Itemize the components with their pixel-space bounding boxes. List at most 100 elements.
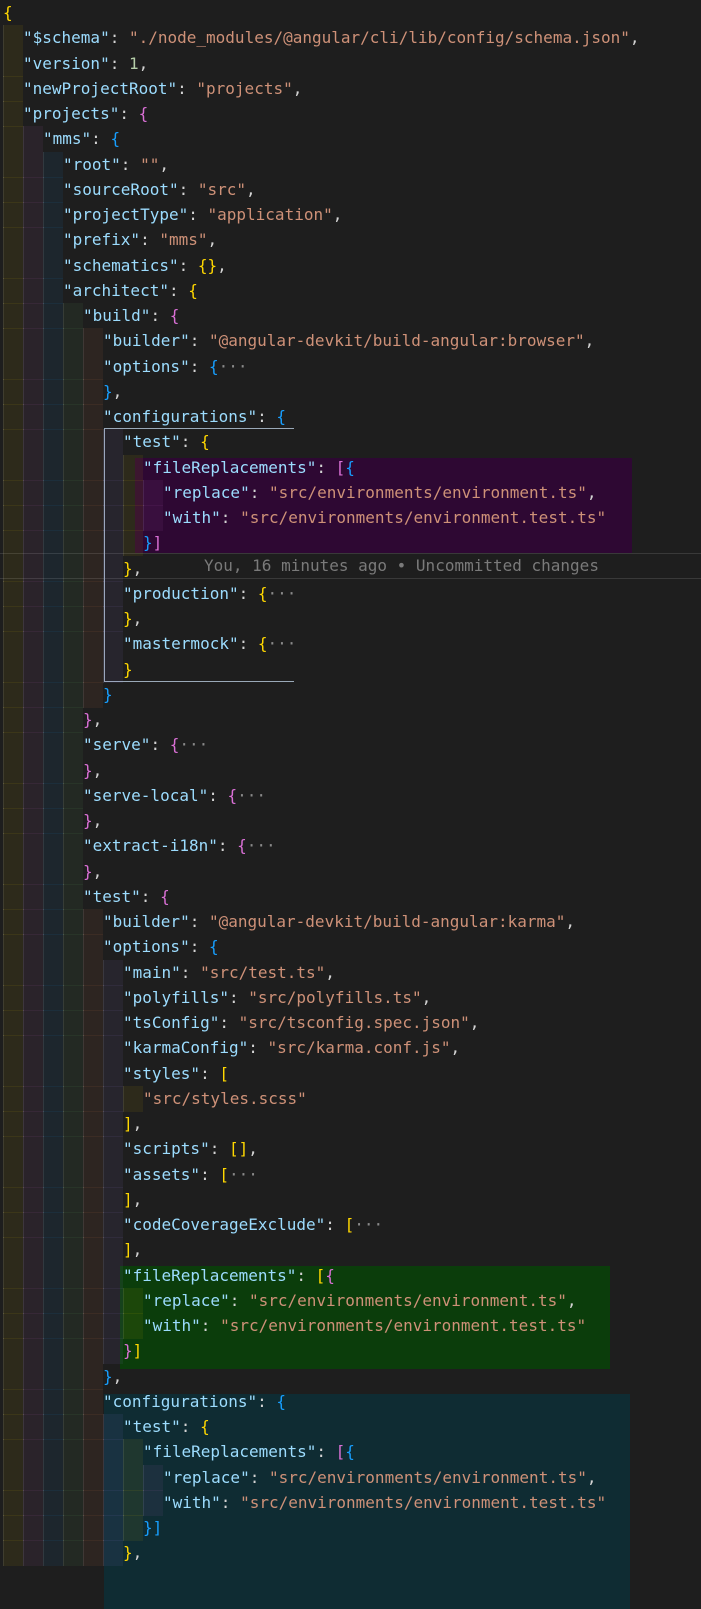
code-line[interactable]: ], [0,1186,142,1213]
fold-ellipsis[interactable]: ··· [268,584,297,603]
indent-guide [63,732,64,759]
fold-ellipsis[interactable]: ··· [354,1215,383,1234]
code-line[interactable]: "tsConfig": "src/tsconfig.spec.json", [0,1010,479,1036]
code-line[interactable]: "with": "src/environments/environment.te… [0,505,606,531]
indent-guide [143,479,144,506]
code-line[interactable]: ], [0,1237,142,1264]
code-line[interactable]: "extract-i18n": {··· [0,833,276,860]
code-line[interactable]: "karmaConfig": "src/karma.conf.js", [0,1035,460,1062]
code-line[interactable]: }, [0,707,102,733]
code-line[interactable]: "assets": [··· [0,1161,258,1188]
code-line[interactable]: "schematics": {}, [0,252,227,279]
code-line[interactable]: "builder": "@angular-devkit/build-angula… [0,328,594,355]
code-line[interactable]: "with": "src/environments/environment.te… [0,1489,606,1516]
json-key: "with" [143,1316,201,1335]
code-line[interactable]: "polyfills": "src/polyfills.ts", [0,984,431,1011]
indent-band [23,328,43,355]
code-line[interactable]: }, [0,606,142,632]
code-line[interactable]: "test": { [0,429,210,456]
indent-guide [43,429,44,456]
punctuation: , [586,1467,597,1487]
fold-ellipsis[interactable]: ··· [219,357,248,376]
code-line[interactable]: "production": {··· [0,580,297,607]
punctuation: : [316,457,336,477]
indent-band [63,1363,83,1390]
code-line[interactable]: }, [0,1363,122,1390]
indent-guide [3,580,4,607]
code-line[interactable]: "test": { [0,883,170,910]
code-line[interactable]: "codeCoverageExclude": [··· [0,1212,383,1238]
code-editor[interactable]: {"$schema": "./node_modules/@angular/cli… [0,0,701,1609]
code-line[interactable]: "serve-local": {··· [0,782,266,809]
code-line[interactable]: "root": "", [0,151,169,178]
code-line[interactable]: "fileReplacements": [{ [0,1262,335,1289]
code-text: }, [123,1543,142,1562]
code-line[interactable]: "configurations": { [0,1388,286,1415]
indent-guide [3,782,4,809]
code-line[interactable]: }] [0,530,163,557]
indent-guide [103,1313,104,1339]
code-line[interactable]: "with": "src/environments/environment.te… [0,1313,586,1339]
code-line[interactable]: "test": { [0,1414,210,1440]
code-line[interactable]: "builder": "@angular-devkit/build-angula… [0,909,575,935]
indent-guide [103,1060,104,1087]
code-line[interactable]: }, [0,555,142,582]
code-line[interactable]: "replace": "src/environments/environment… [0,1464,597,1491]
json-key: "projectType" [63,205,189,224]
indent-band [43,404,63,430]
code-line[interactable]: "src/styles.scss" [0,1085,307,1112]
code-line[interactable]: }, [0,858,102,885]
code-line[interactable]: "serve": {··· [0,732,208,759]
indent-band [43,858,63,885]
code-line[interactable]: }, [0,757,102,784]
code-line[interactable]: { [0,0,13,26]
indent-band [23,353,43,380]
punctuation: : [316,1442,336,1462]
indent-guide [23,1262,24,1289]
code-line[interactable]: "fileReplacements": [{ [0,454,355,481]
fold-ellipsis[interactable]: ··· [268,634,297,653]
code-line[interactable]: }, [0,378,122,405]
code-line[interactable]: "replace": "src/environments/environment… [0,479,597,506]
code-line[interactable]: "prefix": "mms", [0,227,217,254]
code-line[interactable]: "sourceRoot": "src", [0,176,256,203]
fold-ellipsis[interactable]: ··· [237,786,266,805]
bracket: ] [152,533,163,553]
indent-guide [23,1439,24,1466]
code-line[interactable]: }] [0,1338,142,1365]
indent-band [23,580,43,607]
code-line[interactable]: "configurations": { [0,404,286,430]
fold-ellipsis[interactable]: ··· [229,1165,258,1184]
code-line[interactable]: }, [0,808,102,834]
code-line[interactable]: "mms": { [0,126,120,153]
code-line[interactable]: ], [0,1111,142,1137]
code-line[interactable]: "newProjectRoot": "projects", [0,75,302,102]
code-line[interactable]: "version": 1, [0,50,148,77]
code-line[interactable]: "$schema": "./node_modules/@angular/cli/… [0,25,640,52]
code-line[interactable]: "fileReplacements": [{ [0,1439,355,1466]
code-text: "scripts": [], [123,1139,258,1158]
fold-ellipsis[interactable]: ··· [247,836,276,855]
json-key: "test" [83,886,141,906]
code-line[interactable]: "architect": { [0,277,198,304]
code-line[interactable]: }, [0,1540,142,1567]
code-line[interactable]: "scripts": [], [0,1136,258,1163]
code-line[interactable]: "styles": [ [0,1060,229,1087]
code-line[interactable]: } [0,656,133,683]
code-line[interactable]: "build": { [0,303,179,329]
code-line[interactable]: } [0,681,113,708]
code-line[interactable]: "options": { [0,934,219,961]
code-line[interactable]: "options": {··· [0,353,248,380]
code-line[interactable]: "main": "src/test.ts", [0,959,335,986]
punctuation: : [178,179,198,199]
code-line[interactable]: "mastermock": {··· [0,631,297,658]
code-line[interactable]: "projects": { [0,101,148,127]
indent-band [23,1287,43,1314]
indent-band [23,429,43,456]
code-line[interactable]: "projectType": "application", [0,202,342,228]
punctuation: : [257,1391,277,1411]
code-line[interactable]: "replace": "src/environments/environment… [0,1287,577,1314]
fold-ellipsis[interactable]: ··· [179,735,208,754]
indent-guide [3,707,4,733]
code-line[interactable]: }] [0,1515,162,1541]
